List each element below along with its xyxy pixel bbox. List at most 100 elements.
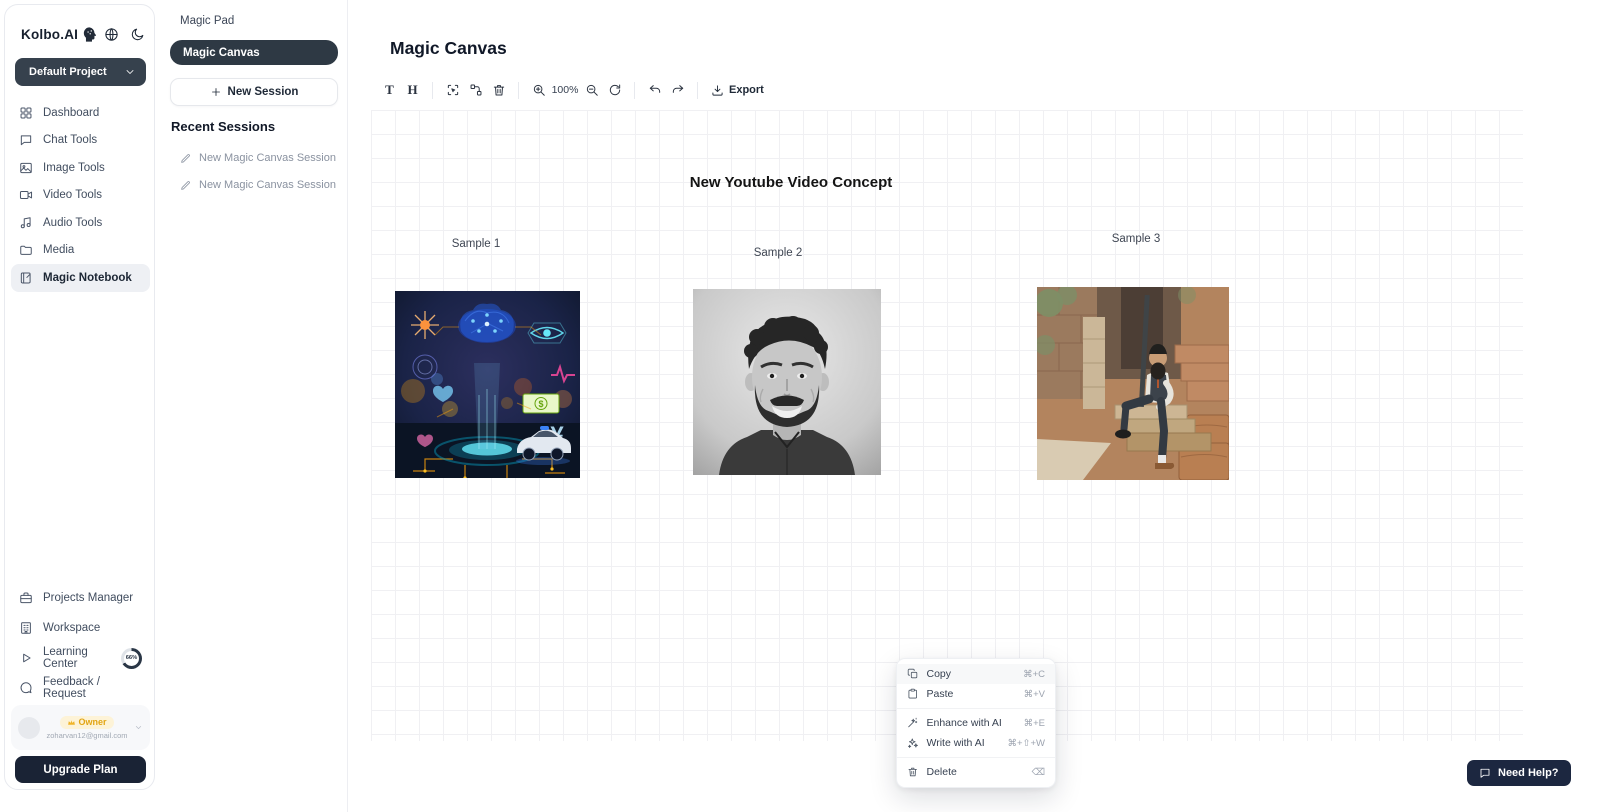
sidebar-item-chat-tools[interactable]: Chat Tools <box>11 127 150 155</box>
owner-badge: Owner <box>60 716 113 729</box>
owner-badge-label: Owner <box>78 717 106 727</box>
sidebar-item-feedback-request[interactable]: Feedback / Request <box>11 673 150 703</box>
undo-icon <box>648 83 662 97</box>
sidebar-item-image-tools[interactable]: Image Tools <box>11 154 150 182</box>
sample-2-image[interactable] <box>693 289 881 475</box>
ai-select-icon <box>446 83 460 97</box>
sidebar-item-label: Magic Notebook <box>43 272 132 284</box>
context-menu-shortcut: ⌫ <box>1032 767 1045 778</box>
session-item-label: New Magic Canvas Session <box>199 179 336 191</box>
brain-logo-icon <box>81 26 98 43</box>
logo-row: Kolbo.AI <box>21 25 145 43</box>
sidebar-item-label: Audio Tools <box>43 217 102 229</box>
user-info: Owner zoharvan12@gmail.com <box>40 716 134 740</box>
sample-1-image[interactable]: $ ¥ <box>395 291 580 478</box>
redo-icon <box>671 83 685 97</box>
paste-icon <box>907 688 919 700</box>
sidebar-item-media[interactable]: Media <box>11 237 150 265</box>
redo-button[interactable] <box>666 79 689 102</box>
moon-icon[interactable] <box>130 27 145 42</box>
sessions-panel: Magic Pad Magic Canvas New Session Recen… <box>156 0 348 812</box>
export-label: Export <box>729 84 764 96</box>
canvas-title-text[interactable]: New Youtube Video Concept <box>681 174 901 191</box>
main-area: Magic Canvas T H 100% Export New Youtube… <box>348 0 1600 812</box>
sample-1-label[interactable]: Sample 1 <box>445 238 507 250</box>
need-help-label: Need Help? <box>1498 767 1559 779</box>
context-menu-label: Write with AI <box>927 737 1000 749</box>
connector-tool-button[interactable] <box>464 79 487 102</box>
zoom-level[interactable]: 100% <box>550 84 580 96</box>
user-email: zoharvan12@gmail.com <box>47 731 128 740</box>
export-button[interactable]: Export <box>706 81 769 100</box>
context-menu-label: Paste <box>927 688 1016 700</box>
copy-icon <box>907 668 919 680</box>
sidebar-nav: Dashboard Chat Tools Image Tools Video T… <box>11 99 150 292</box>
sidebar-footer-nav: Projects Manager Workspace Learning Cent… <box>11 583 150 703</box>
zoom-in-button[interactable] <box>527 79 550 102</box>
learning-progress-value: 66% <box>124 651 139 666</box>
context-menu-item-write-with-ai[interactable]: Write with AI ⌘+⇧+W <box>897 733 1055 753</box>
sidebar-item-label: Dashboard <box>43 107 99 119</box>
toolbar-divider <box>697 82 698 99</box>
toolbar-divider <box>518 82 519 99</box>
sidebar-item-label: Chat Tools <box>43 134 97 146</box>
play-icon <box>19 651 33 665</box>
magic-canvas-item-selected[interactable]: Magic Canvas <box>170 40 338 65</box>
heading-tool-button[interactable]: H <box>401 79 424 102</box>
sidebar-item-projects-manager[interactable]: Projects Manager <box>11 583 150 613</box>
context-menu-item-delete[interactable]: Delete ⌫ <box>897 762 1055 782</box>
avatar <box>18 717 40 739</box>
zoom-out-button[interactable] <box>580 79 603 102</box>
context-menu: Copy ⌘+C Paste ⌘+V Enhance with AI ⌘+E W… <box>896 658 1056 788</box>
sidebar-item-label: Video Tools <box>43 189 102 201</box>
sidebar-item-workspace[interactable]: Workspace <box>11 613 150 643</box>
context-menu-item-copy[interactable]: Copy ⌘+C <box>897 664 1055 684</box>
pencil-icon <box>180 153 191 164</box>
sample-3-label[interactable]: Sample 3 <box>1105 233 1167 245</box>
wand-icon <box>907 717 919 729</box>
sidebar-item-video-tools[interactable]: Video Tools <box>11 182 150 210</box>
globe-icon[interactable] <box>104 27 119 42</box>
toolbar-divider <box>432 82 433 99</box>
new-session-button[interactable]: New Session <box>170 78 338 106</box>
session-list-item[interactable]: New Magic Canvas Session <box>180 176 340 194</box>
pencil-icon <box>180 180 191 191</box>
reset-view-button[interactable] <box>603 79 626 102</box>
project-selector[interactable]: Default Project <box>15 58 146 86</box>
upgrade-plan-button[interactable]: Upgrade Plan <box>15 756 146 783</box>
brand-logo: Kolbo.AI <box>21 27 78 42</box>
magic-canvas-grid[interactable]: New Youtube Video Concept Sample 1 Sampl… <box>371 110 1523 741</box>
trash-icon <box>907 766 919 778</box>
chat-icon <box>19 133 33 147</box>
user-card[interactable]: Owner zoharvan12@gmail.com <box>11 705 150 750</box>
text-tool-button[interactable]: T <box>378 79 401 102</box>
sidebar-item-learning-center[interactable]: Learning Center 66% <box>11 643 150 673</box>
sparkles-icon <box>907 737 919 749</box>
sidebar: Kolbo.AI Default Project Dashboard Chat … <box>4 4 155 790</box>
video-icon <box>19 188 33 202</box>
delete-tool-button[interactable] <box>487 79 510 102</box>
ai-select-button[interactable] <box>441 79 464 102</box>
context-menu-item-paste[interactable]: Paste ⌘+V <box>897 684 1055 704</box>
connector-icon <box>469 83 483 97</box>
briefcase-icon <box>19 591 33 605</box>
zoom-out-icon <box>585 83 599 97</box>
need-help-button[interactable]: Need Help? <box>1467 760 1571 786</box>
session-item-label: New Magic Canvas Session <box>199 152 336 164</box>
undo-button[interactable] <box>643 79 666 102</box>
sidebar-item-magic-notebook[interactable]: Magic Notebook <box>11 264 150 292</box>
rotate-icon <box>608 83 622 97</box>
image-icon <box>19 161 33 175</box>
sidebar-item-audio-tools[interactable]: Audio Tools <box>11 209 150 237</box>
sample-3-image[interactable] <box>1037 287 1229 480</box>
sidebar-item-label: Projects Manager <box>43 592 133 604</box>
context-menu-shortcut: ⌘+C <box>1023 669 1045 680</box>
sample-2-label[interactable]: Sample 2 <box>747 247 809 259</box>
magic-pad-item[interactable]: Magic Pad <box>180 15 234 27</box>
context-menu-label: Copy <box>927 668 1016 680</box>
context-menu-label: Delete <box>927 766 1024 778</box>
dashboard-icon <box>19 106 33 120</box>
context-menu-item-enhance-with-ai[interactable]: Enhance with AI ⌘+E <box>897 713 1055 733</box>
sidebar-item-dashboard[interactable]: Dashboard <box>11 99 150 127</box>
session-list-item[interactable]: New Magic Canvas Session <box>180 149 340 167</box>
